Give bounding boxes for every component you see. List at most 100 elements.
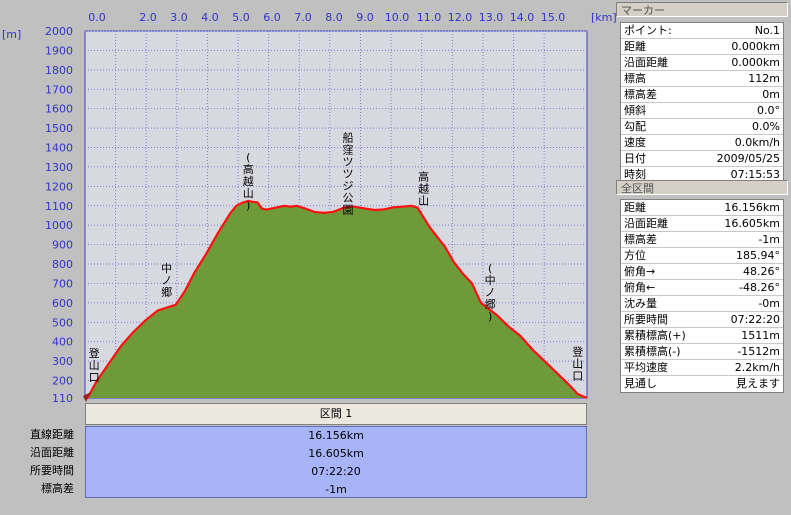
info-value: -0m	[758, 297, 780, 310]
annotation-char: 郷	[161, 285, 172, 299]
x-tick-label: 12.0	[448, 11, 473, 24]
y-axis-ticks: 2000 1900 1800 1700 1600 1500 1400 1300 1200 1100…	[45, 25, 73, 405]
stats-value: 16.156km	[308, 429, 364, 442]
info-label: 沈み量	[624, 297, 657, 310]
info-label: 俯角←	[624, 281, 656, 294]
chart-annotation: 中ノ郷	[161, 262, 172, 299]
stats-value: -1m	[325, 483, 347, 496]
info-label: 見通し	[624, 377, 657, 390]
annotation-char: 越	[243, 174, 254, 188]
x-tick-label: 7.0	[294, 11, 312, 24]
info-value: 0.0%	[752, 120, 780, 133]
info-row: 距離 16.156km	[621, 200, 783, 216]
info-label: 距離	[624, 40, 646, 53]
y-tick-label: 2000	[45, 25, 73, 38]
info-row: 俯角← -48.26°	[621, 280, 783, 296]
y-tick-label: 400	[52, 336, 73, 349]
info-row: 見通し 見えます	[621, 376, 783, 392]
stats-labels: 直線距離 沿面距離 所要時間 標高差	[0, 426, 82, 498]
info-label: 距離	[624, 201, 646, 214]
info-label: 沿面距離	[624, 56, 668, 69]
chart-annotation: 高越山	[418, 170, 429, 208]
chart-annotation: 登山口	[572, 344, 583, 382]
info-row: 速度 0.0km/h	[621, 135, 783, 151]
stats-label: 標高差	[41, 482, 74, 495]
section-tab[interactable]: 区間 1	[85, 403, 587, 425]
stats-label: 所要時間	[30, 464, 74, 477]
y-tick-label: 1000	[45, 219, 73, 232]
annotation-char: )	[488, 310, 492, 323]
info-value: 2009/05/25	[716, 152, 780, 165]
info-label: 平均速度	[624, 361, 668, 374]
info-value: -1m	[758, 233, 780, 246]
y-tick-label: 500	[52, 316, 73, 329]
info-label: 累積標高(-)	[624, 345, 681, 358]
info-row: 勾配 0.0%	[621, 119, 783, 135]
y-tick-label: 1200	[45, 180, 73, 193]
y-tick-label: 1300	[45, 161, 73, 174]
info-label: 傾斜	[624, 104, 646, 117]
info-value: 185.94°	[736, 249, 780, 262]
info-label: 標高差	[624, 233, 657, 246]
info-value: 0m	[762, 88, 780, 101]
info-row: 所要時間 07:22:20	[621, 312, 783, 328]
info-value: 112m	[748, 72, 780, 85]
annotation-char: 登	[89, 346, 100, 360]
stats-label: 直線距離	[30, 428, 74, 441]
marker-panel-title: マーカー	[616, 2, 788, 17]
info-value: -48.26°	[739, 281, 780, 294]
chart-annotation: 船窪ツツジ公園	[343, 131, 354, 217]
x-tick-label: 9.0	[356, 11, 374, 24]
info-value: 16.605km	[724, 217, 780, 230]
info-row: 標高 112m	[621, 71, 783, 87]
y-tick-label: 1600	[45, 103, 73, 116]
annotation-char: 窪	[343, 143, 354, 157]
x-tick-label: 15.0	[541, 11, 566, 24]
x-tick-label: 8.0	[325, 11, 343, 24]
info-row: 傾斜 0.0°	[621, 103, 783, 119]
y-tick-label: 800	[52, 258, 73, 271]
x-tick-label: 3.0	[170, 11, 188, 24]
info-value: 2.2km/h	[734, 361, 780, 374]
chart-annotation: 登山口	[89, 346, 100, 384]
info-value: 0.000km	[731, 40, 780, 53]
info-value: -1512m	[737, 345, 780, 358]
info-label: 累積標高(+)	[624, 329, 686, 342]
info-label: 沿面距離	[624, 217, 668, 230]
annotation-char: 口	[89, 371, 100, 384]
info-value: 0.0°	[757, 104, 780, 117]
annotation-char: 登	[572, 344, 583, 358]
x-tick-label: 2.0	[139, 11, 157, 24]
annotation-char: )	[246, 199, 250, 212]
stats-value: 07:22:20	[311, 465, 361, 478]
info-row: 日付 2009/05/25	[621, 151, 783, 167]
info-label: 俯角→	[624, 265, 656, 278]
annotation-char: 越	[418, 182, 429, 196]
y-tick-label: 700	[52, 277, 73, 290]
info-row: 俯角→ 48.26°	[621, 264, 783, 280]
stats-values-box: 16.156km 16.605km 07:22:20 -1m	[85, 426, 587, 498]
info-label: 勾配	[624, 120, 646, 133]
y-tick-label: 1900	[45, 44, 73, 57]
annotation-char: 口	[572, 369, 583, 382]
x-tick-label: 14.0	[510, 11, 535, 24]
x-tick-label: 13.0	[479, 11, 504, 24]
info-row: 平均速度 2.2km/h	[621, 360, 783, 376]
info-label: 標高差	[624, 88, 657, 101]
y-tick-label: 200	[52, 375, 73, 388]
section-panel-title: 全区間	[616, 180, 788, 195]
info-value: 07:22:20	[730, 313, 780, 326]
y-tick-label: 110	[52, 392, 73, 405]
y-tick-label: 1700	[45, 83, 73, 96]
info-value: 48.26°	[743, 265, 780, 278]
x-tick-label: 10.0	[385, 11, 410, 24]
annotation-char: 山	[418, 195, 429, 208]
info-row: 距離 0.000km	[621, 39, 783, 55]
info-row: 累積標高(-) -1512m	[621, 344, 783, 360]
y-tick-label: 1800	[45, 64, 73, 77]
info-label: 速度	[624, 136, 646, 149]
annotation-char: 高	[243, 162, 254, 176]
y-tick-label: 1500	[45, 122, 73, 135]
annotation-char: 郷	[485, 297, 496, 311]
info-value: No.1	[754, 24, 780, 37]
